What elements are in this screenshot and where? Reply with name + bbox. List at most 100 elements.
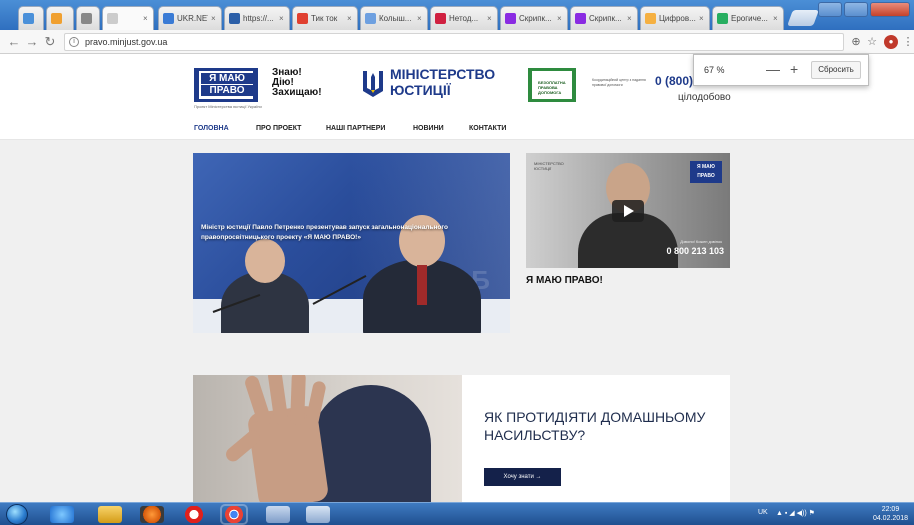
- tab-close-icon[interactable]: ×: [211, 14, 217, 23]
- browser-tab[interactable]: [18, 6, 44, 30]
- tab-close-icon[interactable]: ×: [773, 14, 779, 23]
- browser-tab[interactable]: Колыш... ×: [360, 6, 428, 30]
- internet-explorer-icon[interactable]: [50, 506, 74, 523]
- tab-close-icon[interactable]: ×: [143, 14, 149, 23]
- back-arrow-icon[interactable]: ←: [6, 34, 22, 50]
- menu-dots-icon[interactable]: ⋮: [900, 34, 914, 50]
- ministry-line-2: ЮСТИЦІЇ: [390, 82, 451, 98]
- browser-tab[interactable]: Скрипк... ×: [500, 6, 568, 30]
- video-note: Дзвони! Кожен дзвінок: [680, 239, 722, 244]
- browser-tab[interactable]: [76, 6, 100, 30]
- site-info-icon[interactable]: i: [69, 37, 79, 47]
- forward-arrow-icon[interactable]: →: [24, 34, 40, 50]
- violence-image: [193, 375, 462, 502]
- system-clock[interactable]: 22:09 04.02.2018: [873, 505, 908, 523]
- hotline-hours: цілодобово: [678, 92, 731, 103]
- zoom-level: 67 %: [704, 65, 725, 75]
- browser-tab[interactable]: Цифров... ×: [640, 6, 710, 30]
- browser-tab[interactable]: UKR.NET×: [158, 6, 222, 30]
- zoom-reset-button[interactable]: Сбросить: [811, 61, 861, 79]
- tab-close-icon[interactable]: ×: [627, 14, 633, 23]
- tab-title: Тик ток: [311, 14, 338, 23]
- tab-title: Ерогиче...: [731, 14, 768, 23]
- tab-favicon-icon: [717, 13, 728, 24]
- minimize-button[interactable]: [818, 2, 842, 17]
- tab-favicon-icon: [23, 13, 34, 24]
- tray-icons[interactable]: ▲ ▪ ◢ ◀)) ⚑: [776, 509, 815, 517]
- video-title[interactable]: Я МАЮ ПРАВО!: [526, 275, 603, 286]
- folder-icon[interactable]: [98, 506, 122, 523]
- logo-line-2: ПРАВО: [201, 85, 253, 96]
- trident-icon: [363, 71, 383, 97]
- browser-tab[interactable]: Ерогиче... ×: [712, 6, 784, 30]
- extension-icon[interactable]: ●: [884, 35, 898, 49]
- legal-aid-description: Координаційний центр з надання правової …: [592, 78, 646, 87]
- tab-favicon-icon: [51, 13, 62, 24]
- media-player-icon[interactable]: [140, 506, 164, 523]
- video-player[interactable]: МІНІСТЕРСТВО ЮСТИЦІЇ Я МАЮ ПРАВО Дзвони!…: [526, 153, 730, 268]
- zoom-out-button[interactable]: —: [766, 61, 780, 77]
- logo-subtitle: Проект Міністерства юстиції України: [194, 104, 262, 109]
- url-text: pravo.minjust.gov.ua: [85, 37, 168, 47]
- browser-tab[interactable]: https://... ×: [224, 6, 290, 30]
- browser-tab[interactable]: ×: [102, 6, 154, 30]
- browser-tab[interactable]: Нетод... ×: [430, 6, 498, 30]
- browser-tab[interactable]: Скрипк... ×: [570, 6, 638, 30]
- tab-favicon-icon: [365, 13, 376, 24]
- reload-icon[interactable]: ↻: [42, 34, 58, 50]
- violence-woman-figure: [311, 385, 431, 502]
- zoom-magnifier-icon[interactable]: ⊕: [848, 34, 864, 50]
- opera-icon[interactable]: [182, 506, 206, 523]
- tab-close-icon[interactable]: ×: [279, 14, 285, 23]
- window-app-icon[interactable]: [306, 506, 330, 523]
- url-input[interactable]: i pravo.minjust.gov.ua: [64, 33, 844, 51]
- tab-close-icon[interactable]: ×: [417, 14, 423, 23]
- hero-news-card[interactable]: КАБ Міністр юстиції Павло Петренко презе…: [193, 153, 510, 333]
- browser-tab[interactable]: [46, 6, 74, 30]
- keyboard-language[interactable]: UK: [758, 509, 768, 516]
- tab-favicon-icon: [229, 13, 240, 24]
- play-icon[interactable]: [612, 200, 644, 222]
- tab-title: Нетод...: [449, 14, 479, 23]
- clock-time: 22:09: [881, 506, 900, 513]
- tab-title: https://...: [243, 14, 274, 23]
- violence-info-card: ЯК ПРОТИДІЯТИ ДОМАШНЬОМУ НАСИЛЬСТВУ? Хоч…: [462, 375, 730, 502]
- nav-item-partners[interactable]: НАШІ ПАРТНЕРИ: [326, 125, 385, 132]
- video-phone: 0 800 213 103: [666, 246, 724, 256]
- window-controls: [818, 2, 910, 17]
- main-nav: ГОЛОВНА ПРО ПРОЕКТ НАШІ ПАРТНЕРИ НОВИНИ …: [0, 120, 914, 140]
- windows-start-icon[interactable]: [6, 504, 28, 525]
- tab-title: Цифров...: [659, 14, 696, 23]
- bookmark-star-icon[interactable]: ☆: [864, 34, 880, 50]
- tab-favicon-icon: [435, 13, 446, 24]
- nav-item-news[interactable]: НОВИНИ: [413, 125, 444, 132]
- tab-close-icon[interactable]: ×: [347, 14, 353, 23]
- ya-mayu-pravo-logo[interactable]: Я МАЮ ПРАВО Проект Міністерства юстиції …: [194, 66, 262, 109]
- slogan-line-3: Захищаю!: [272, 87, 322, 98]
- logo-line-1: Я МАЮ: [201, 73, 253, 84]
- tab-close-icon[interactable]: ×: [557, 14, 563, 23]
- legal-aid-logo[interactable]: БЕЗОПЛАТНА ПРАВОВА ДОПОМОГА: [528, 68, 576, 102]
- nav-item-about[interactable]: ПРО ПРОЕКТ: [256, 125, 301, 132]
- learn-more-button[interactable]: Хочу знати →: [484, 468, 561, 486]
- nav-item-home[interactable]: ГОЛОВНА: [194, 125, 229, 132]
- calculator-icon[interactable]: [266, 506, 290, 523]
- tab-favicon-icon: [81, 13, 92, 24]
- slogan: Знаю! Дію! Захищаю!: [272, 68, 322, 98]
- maximize-button[interactable]: [844, 2, 868, 17]
- chrome-icon[interactable]: [222, 506, 246, 523]
- tab-close-icon[interactable]: ×: [487, 14, 493, 23]
- hero-tie: [417, 265, 427, 305]
- browser-tab[interactable]: Тик ток ×: [292, 6, 358, 30]
- tab-favicon-icon: [163, 13, 174, 24]
- legal-aid-label: БЕЗОПЛАТНА ПРАВОВА ДОПОМОГА: [538, 80, 566, 95]
- tab-close-icon[interactable]: ×: [699, 14, 705, 23]
- nav-item-contacts[interactable]: КОНТАКТИ: [469, 125, 506, 132]
- tab-title: Скрипк...: [589, 14, 622, 23]
- close-window-button[interactable]: [870, 2, 910, 17]
- finger: [290, 375, 306, 426]
- hotline-number[interactable]: 0 (800): [655, 74, 693, 88]
- zoom-in-button[interactable]: +: [790, 61, 798, 77]
- hero-caption[interactable]: Міністр юстиції Павло Петренко презентув…: [201, 223, 501, 243]
- video-badge: Я МАЮ ПРАВО: [690, 161, 722, 183]
